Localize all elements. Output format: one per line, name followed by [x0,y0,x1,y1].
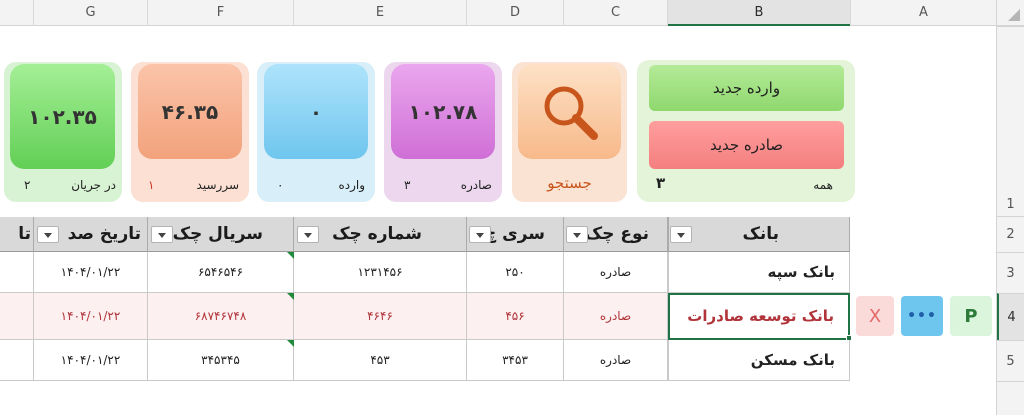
cell-due-date[interactable] [0,252,34,293]
due-label: سررسید [196,178,239,192]
column-header-a[interactable]: A [851,0,996,26]
table-row[interactable]: بانک سپه صادره ۲۵۰ ۱۲۳۱۴۵۶ ۶۵۴۶۵۴۶ ۱۴۰۴/… [0,252,851,293]
divider [563,0,564,26]
in-progress-label: در جریان [71,178,116,192]
received-label: وارده [338,178,365,192]
cell-series[interactable]: ۲۵۰ [467,252,564,293]
delete-button[interactable]: X [856,296,894,336]
cell-check-serial[interactable]: ۳۴۵۳۴۵ [148,340,294,381]
column-header-b[interactable]: B [668,0,850,26]
new-outgoing-button[interactable]: صادره جدید [649,121,844,169]
more-options-button[interactable]: ••• [901,296,943,336]
cell-check-number[interactable]: ۱۲۳۱۴۵۶ [294,252,467,293]
cell-bank-active[interactable]: بانک توسعه صادرات [668,293,850,340]
row-header-2[interactable]: 2 [997,216,1024,252]
cell-check-number[interactable]: ۴۵۳ [294,340,467,381]
divider [293,0,294,26]
cell-series[interactable]: ۳۴۵۳ [467,340,564,381]
divider [466,0,467,26]
all-card: وارده جدید صادره جدید همه ۳ [637,60,855,202]
cell-bank[interactable]: بانک مسکن [668,340,850,381]
comment-indicator [287,252,294,259]
all-card-count: ۳ [656,174,666,192]
header-check-number[interactable]: شماره چک [294,217,467,252]
cell-check-type[interactable]: صادره [564,340,668,381]
due-count: ۱ [148,178,155,192]
cell-series[interactable]: ۴۵۶ [467,293,564,340]
header-due-date[interactable]: تا [0,217,34,252]
comment-indicator [287,293,294,300]
comment-indicator [287,340,294,347]
row-header-4[interactable]: 4 [997,293,1024,340]
cell-issue-date[interactable]: ۱۴۰۴/۰۱/۲۲ [34,293,148,340]
row-header-3[interactable]: 3 [997,252,1024,293]
column-header-e[interactable]: E [294,0,466,26]
cell-check-serial[interactable]: ۶۵۴۶۵۴۶ [148,252,294,293]
issued-count: ۳ [404,178,411,192]
received-value: ۰ [264,64,368,159]
due-card[interactable]: ۴۶.۳۵ سررسید ۱ [131,62,249,202]
filter-dropdown-bank[interactable] [670,226,692,243]
filter-dropdown-issue-date[interactable] [37,226,59,243]
cell-issue-date[interactable]: ۱۴۰۴/۰۱/۲۲ [34,340,148,381]
row-header-6[interactable] [997,381,1024,415]
print-button[interactable]: P [950,296,992,336]
row-header-5[interactable]: 5 [997,340,1024,381]
header-bank[interactable]: بانک [668,217,850,252]
column-header-d[interactable]: D [467,0,563,26]
in-progress-value: ۱۰۲.۳۵ [10,64,115,169]
search-card[interactable]: جستجو [512,62,627,202]
column-header-c[interactable]: C [564,0,667,26]
due-value: ۴۶.۳۵ [138,64,242,159]
issued-label: صادره [460,178,492,192]
cell-check-serial[interactable]: ۶۸۷۴۶۷۴۸ [148,293,294,340]
divider [33,0,34,26]
all-card-label: همه [813,178,833,192]
in-progress-card[interactable]: ۱۰۲.۳۵ در جریان ۲ [4,62,122,202]
row-header-1[interactable]: 1 [997,26,1024,216]
filter-dropdown-check-number[interactable] [297,226,319,243]
search-label: جستجو [547,174,592,192]
table-row[interactable]: بانک مسکن صادره ۳۴۵۳ ۴۵۳ ۳۴۵۳۴۵ ۱۴۰۴/۰۱/… [0,340,851,381]
received-count: ۰ [277,178,284,192]
cell-check-type[interactable]: صادره [564,252,668,293]
divider [850,0,851,26]
divider [667,0,668,26]
received-card[interactable]: ۰ وارده ۰ [257,62,375,202]
search-icon [544,86,598,140]
issued-value: ۱۰۲.۷۸ [391,64,495,159]
filter-dropdown-check-type[interactable] [566,226,588,243]
cell-issue-date[interactable]: ۱۴۰۴/۰۱/۲۲ [34,252,148,293]
issued-card[interactable]: ۱۰۲.۷۸ صادره ۳ [384,62,502,202]
search-tile[interactable] [518,64,621,159]
new-incoming-button[interactable]: وارده جدید [649,65,844,111]
column-header-f[interactable]: F [148,0,293,26]
cell-due-date[interactable] [0,340,34,381]
filter-dropdown-check-serial[interactable] [151,226,173,243]
cell-check-type[interactable]: صادره [564,293,668,340]
filter-dropdown-series[interactable] [469,226,491,243]
column-header-g[interactable]: G [34,0,147,26]
divider [147,0,148,26]
table-row[interactable]: صادره ۴۵۶ ۴۶۴۶ ۶۸۷۴۶۷۴۸ ۱۴۰۴/۰۱/۲۲ بانک … [0,293,852,341]
cell-due-date[interactable] [0,293,34,340]
select-all-corner[interactable] [997,0,1024,26]
cell-check-number[interactable]: ۴۶۴۶ [294,293,467,340]
cell-bank[interactable]: بانک سپه [668,252,850,293]
in-progress-count: ۲ [24,178,31,192]
